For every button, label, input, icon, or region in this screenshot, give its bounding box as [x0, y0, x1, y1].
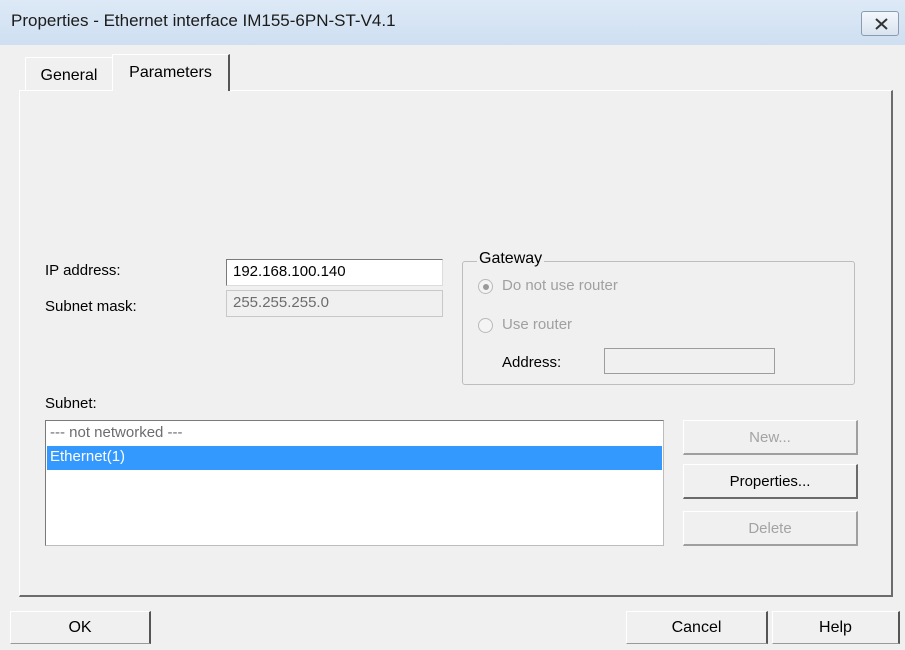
list-item-selected[interactable]: Ethernet(1)	[47, 446, 662, 470]
subnet-mask-label: Subnet mask:	[45, 298, 137, 315]
ok-button[interactable]: OK	[10, 611, 151, 644]
subnet-listbox[interactable]: --- not networked --- Ethernet(1)	[45, 420, 664, 546]
subnet-label: Subnet:	[45, 395, 97, 412]
radio-use-router[interactable]	[478, 318, 493, 333]
list-item[interactable]: --- not networked ---	[47, 422, 662, 446]
radio-do-not-use-router[interactable]	[478, 279, 493, 294]
tab-parameters[interactable]: Parameters	[112, 54, 230, 91]
gateway-address-label: Address:	[502, 354, 562, 371]
help-button[interactable]: Help	[772, 611, 900, 644]
close-icon	[875, 18, 888, 30]
close-button[interactable]	[861, 11, 899, 36]
gateway-group-title: Gateway	[477, 250, 545, 268]
new-subnet-button[interactable]: New...	[683, 420, 858, 455]
subnet-properties-button[interactable]: Properties...	[683, 464, 858, 499]
do-not-use-router-label: Do not use router	[502, 277, 618, 294]
radio-selected-dot	[483, 284, 489, 290]
use-router-label: Use router	[502, 316, 573, 333]
delete-subnet-button[interactable]: Delete	[683, 511, 858, 546]
gateway-address-input[interactable]	[604, 348, 775, 374]
ip-address-label: IP address:	[45, 262, 121, 279]
tab-general[interactable]: General	[25, 57, 112, 90]
subnet-mask-input[interactable]: 255.255.255.0	[226, 290, 443, 317]
cancel-button[interactable]: Cancel	[626, 611, 768, 644]
ip-address-input[interactable]: 192.168.100.140	[226, 259, 443, 286]
window-title: Properties - Ethernet interface IM155-6P…	[11, 11, 396, 30]
